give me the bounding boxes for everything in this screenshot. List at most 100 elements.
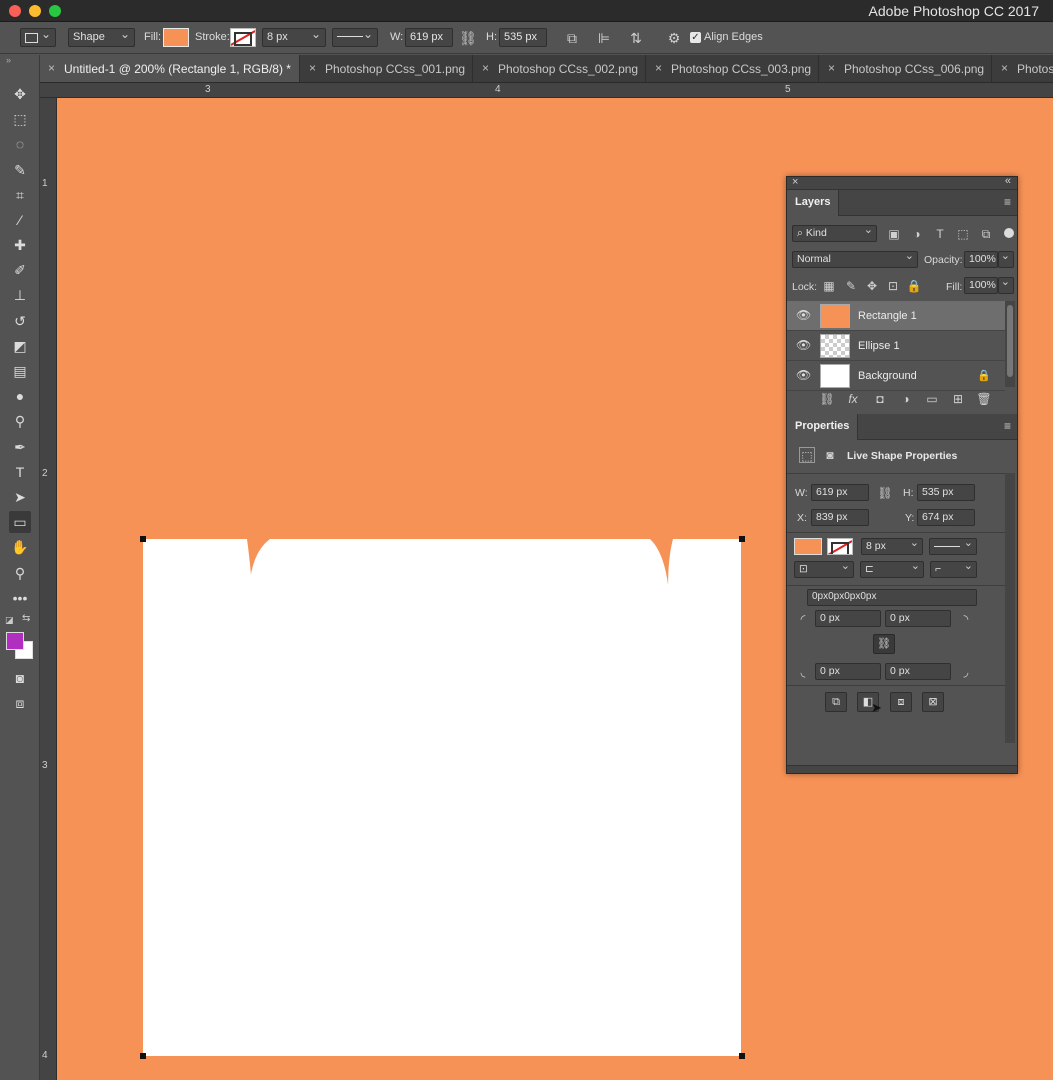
panel-resize-handle[interactable]	[787, 765, 1017, 773]
crop-tool-icon[interactable]: ⌗	[9, 184, 31, 206]
properties-width-field[interactable]: 619 px	[811, 484, 869, 501]
panel-header-bar[interactable]: × «	[787, 175, 1017, 190]
blend-mode-dropdown[interactable]: Normal	[792, 249, 918, 268]
lock-position-icon[interactable]: ✥	[864, 278, 880, 294]
adjustment-filter-icon[interactable]: ◑	[909, 226, 925, 242]
hand-tool-icon[interactable]: ✋	[9, 536, 31, 558]
opacity-slider-toggle[interactable]	[998, 249, 1014, 268]
brush-tool-icon[interactable]: ✐	[9, 259, 31, 281]
shape-anchor-top-right[interactable]	[739, 536, 745, 542]
layer-background[interactable]: 👁 Background 🔒	[787, 361, 1005, 391]
stroke-caps-dropdown[interactable]: ⊏	[860, 559, 924, 578]
width-field[interactable]: 619 px	[405, 28, 453, 47]
corner-bottom-right-field[interactable]: 0 px	[885, 663, 951, 680]
eraser-tool-icon[interactable]: ◩	[9, 335, 31, 357]
properties-height-field[interactable]: 535 px	[917, 484, 975, 501]
properties-x-field[interactable]: 839 px	[811, 509, 869, 526]
close-tab-icon[interactable]: ×	[48, 61, 55, 75]
fill-slider-toggle[interactable]	[998, 275, 1014, 294]
fill-field[interactable]: 100%	[964, 277, 998, 294]
eyedropper-tool-icon[interactable]: ⁄	[9, 209, 31, 231]
adjustment-layer-icon[interactable]: ◑	[898, 391, 914, 407]
new-group-icon[interactable]: ▭	[924, 391, 940, 407]
close-tab-icon[interactable]: ×	[1001, 61, 1008, 75]
path-alignment-icon[interactable]: ⊫	[594, 28, 614, 48]
tab-overflow[interactable]: × Photos	[993, 55, 1053, 82]
link-icon[interactable]: ⛓	[458, 28, 478, 48]
blur-tool-icon[interactable]: ●	[9, 385, 31, 407]
history-brush-tool-icon[interactable]: ↺	[9, 310, 31, 332]
rectangle-tool-icon[interactable]: ▭	[9, 511, 31, 533]
zoom-window-button[interactable]	[49, 5, 61, 17]
layers-scrollbar[interactable]	[1005, 301, 1015, 387]
layers-panel-title[interactable]: Layers	[787, 190, 840, 216]
tab-ss-003[interactable]: × Photoshop CCss_003.png	[647, 55, 819, 82]
stroke-swatch[interactable]	[230, 28, 256, 47]
stroke-corners-dropdown[interactable]: ⌐	[930, 559, 977, 578]
layer-rectangle-1[interactable]: 👁 Rectangle 1	[787, 301, 1005, 331]
intersect-shapes-button[interactable]: ⧈	[890, 692, 912, 712]
foreground-color-swatch[interactable]	[6, 632, 24, 650]
quick-selection-tool-icon[interactable]: ✎	[9, 159, 31, 181]
properties-fill-swatch[interactable]	[794, 538, 822, 555]
link-icon[interactable]: ⛓	[877, 485, 893, 501]
panel-menu-icon[interactable]: ≡	[1004, 195, 1011, 209]
filter-toggle-icon[interactable]	[1004, 228, 1014, 238]
close-tab-icon[interactable]: ×	[309, 61, 316, 75]
add-mask-icon[interactable]: ◘	[872, 391, 888, 407]
image-filter-icon[interactable]: ▣	[886, 226, 902, 242]
close-tab-icon[interactable]: ×	[828, 61, 835, 75]
tab-untitled-1[interactable]: × Untitled-1 @ 200% (Rectangle 1, RGB/8)…	[40, 55, 300, 82]
height-field[interactable]: 535 px	[499, 28, 547, 47]
dodge-tool-icon[interactable]: ⚲	[9, 410, 31, 432]
lock-transparency-icon[interactable]: ▦	[821, 278, 837, 294]
type-tool-icon[interactable]: T	[9, 461, 31, 483]
tool-preset-picker[interactable]	[20, 27, 56, 47]
stroke-align-dropdown[interactable]: ⊡	[794, 559, 854, 578]
healing-brush-tool-icon[interactable]: ✚	[9, 234, 31, 256]
exclude-overlap-button[interactable]: ⊠	[922, 692, 944, 712]
path-selection-tool-icon[interactable]: ➤	[9, 486, 31, 508]
more-tools-icon[interactable]: •••	[9, 587, 31, 609]
lock-artboard-icon[interactable]: ⊡	[885, 278, 901, 294]
corner-top-right-field[interactable]: 0 px	[885, 610, 951, 627]
panel-menu-icon[interactable]: ≡	[1004, 419, 1011, 433]
lock-pixels-icon[interactable]: ✎	[843, 278, 859, 294]
rectangle-shape[interactable]	[143, 539, 741, 1056]
clone-stamp-tool-icon[interactable]: ⊥	[9, 284, 31, 306]
vertical-ruler[interactable]: 1 2 3 4	[40, 98, 57, 1080]
fill-swatch[interactable]	[163, 28, 189, 47]
horizontal-ruler[interactable]: 3 4 5	[40, 83, 1053, 98]
shape-anchor-top-left[interactable]	[140, 536, 146, 542]
close-window-button[interactable]	[9, 5, 21, 17]
stroke-width-field[interactable]: 8 px	[262, 27, 326, 47]
pen-tool-icon[interactable]: ✒	[9, 436, 31, 458]
tool-mode-dropdown[interactable]: Shape	[68, 27, 135, 47]
properties-scrollbar[interactable]	[1005, 473, 1015, 743]
expand-panel-icon[interactable]: »	[6, 55, 11, 65]
properties-stroke-swatch[interactable]	[827, 538, 853, 555]
corner-bottom-left-field[interactable]: 0 px	[815, 663, 881, 680]
path-operations-icon[interactable]: ⧉	[562, 28, 582, 48]
stroke-type-dropdown[interactable]	[332, 27, 378, 47]
screen-mode-icon[interactable]: ⧈	[9, 692, 31, 714]
properties-stroke-width-field[interactable]: 8 px	[861, 536, 923, 555]
properties-panel-title[interactable]: Properties	[787, 414, 859, 440]
zoom-tool-icon[interactable]: ⚲	[9, 562, 31, 584]
trash-icon[interactable]: 🗑	[976, 391, 992, 407]
link-corners-button[interactable]: ⛓	[873, 634, 895, 654]
close-icon[interactable]: ×	[792, 176, 798, 188]
filter-kind-dropdown[interactable]: ⌕ Kind	[792, 223, 877, 242]
properties-stroke-type-dropdown[interactable]	[929, 536, 977, 555]
visibility-eye-icon[interactable]: 👁	[796, 368, 811, 382]
path-arrangement-icon[interactable]: ⇅	[626, 28, 646, 48]
mask-icon[interactable]: ◙	[822, 447, 838, 463]
corner-radii-summary-field[interactable]: 0px0px0px0px	[807, 589, 977, 606]
minimize-window-button[interactable]	[29, 5, 41, 17]
marquee-tool-icon[interactable]: ⬚	[9, 108, 31, 130]
transform-icon[interactable]: ⬚	[799, 447, 815, 463]
gradient-tool-icon[interactable]: ▤	[9, 360, 31, 382]
lock-all-icon[interactable]: 🔒	[906, 278, 922, 294]
quick-mask-icon[interactable]: ◙	[9, 667, 31, 689]
tab-ss-001[interactable]: × Photoshop CCss_001.png	[301, 55, 473, 82]
